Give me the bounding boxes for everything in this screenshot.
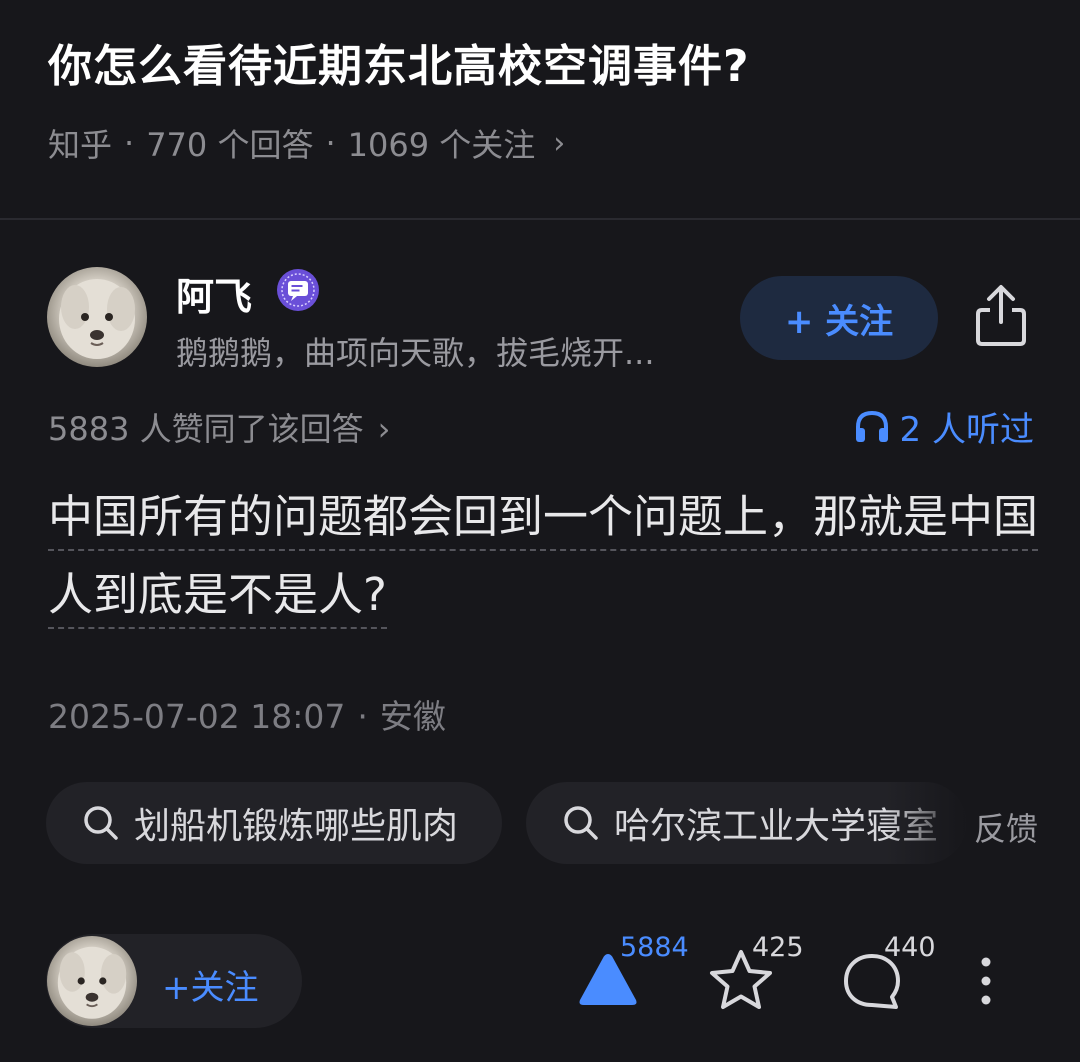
listened-count: 2 人听过 <box>899 410 1034 450</box>
listened-indicator[interactable]: 2 人听过 <box>854 402 1034 451</box>
meta-separator: · <box>357 697 368 736</box>
meta-separator: · <box>124 124 135 162</box>
author-bio: 鹅鹅鹅，曲项向天歌，拔毛烧开... <box>176 334 655 372</box>
answer-location: 安徽 <box>379 697 446 736</box>
meta-separator: · <box>325 124 336 162</box>
share-icon[interactable] <box>970 282 1032 350</box>
answer-count: 770 个回答 <box>146 126 314 164</box>
section-divider <box>0 218 1080 220</box>
more-options-icon[interactable] <box>974 952 998 1012</box>
follow-count: 1069 个关注 <box>347 126 536 164</box>
feedback-button[interactable]: 反馈 <box>974 804 1038 850</box>
search-chip[interactable]: 划船机锻炼哪些肌肉 <box>46 782 502 864</box>
chip-fade-overlay <box>886 782 966 864</box>
comment-count: 440 <box>884 932 936 963</box>
answer-date: 2025-07-02 18:07 <box>48 697 346 736</box>
upvote-count: 5884 <box>620 932 689 963</box>
likes-summary[interactable]: 5883 人赞同了该回答 › <box>48 404 390 450</box>
bottom-follow-label[interactable]: +关注 <box>162 960 259 1009</box>
answer-timestamp: 2025-07-02 18:07 · 安徽 <box>48 690 446 738</box>
chevron-right-icon: › <box>553 125 566 161</box>
favorite-count: 425 <box>752 932 804 963</box>
chat-badge-icon[interactable] <box>276 268 320 312</box>
likes-summary-text: 5883 人赞同了该回答 <box>48 410 364 448</box>
source-label: 知乎 <box>48 126 113 164</box>
author-avatar-small[interactable] <box>47 936 137 1026</box>
answer-text: 中国所有的问题都会回到一个问题上，那就是中国人到底是不是人? <box>48 490 1039 629</box>
search-icon <box>84 806 118 840</box>
question-title[interactable]: 你怎么看待近期东北高校空调事件? <box>48 30 750 94</box>
headphones-icon <box>855 410 888 442</box>
search-icon <box>564 806 598 840</box>
dog-avatar-image <box>57 946 127 1019</box>
dog-avatar-image <box>59 279 135 359</box>
author-name[interactable]: 阿飞 <box>176 266 252 321</box>
follow-button[interactable]: + 关注 <box>740 276 938 360</box>
question-meta[interactable]: 知乎 · 770 个回答 · 1069 个关注 › <box>48 120 565 166</box>
chevron-right-icon: › <box>377 410 391 448</box>
answer-body[interactable]: 中国所有的问题都会回到一个问题上，那就是中国人到底是不是人? <box>48 478 1039 634</box>
search-chip-label: 划船机锻炼哪些肌肉 <box>134 806 459 847</box>
author-avatar[interactable] <box>47 267 147 367</box>
follow-button-label: + 关注 <box>784 301 894 342</box>
search-chip[interactable]: 哈尔滨工业大学寝室 <box>526 782 966 864</box>
